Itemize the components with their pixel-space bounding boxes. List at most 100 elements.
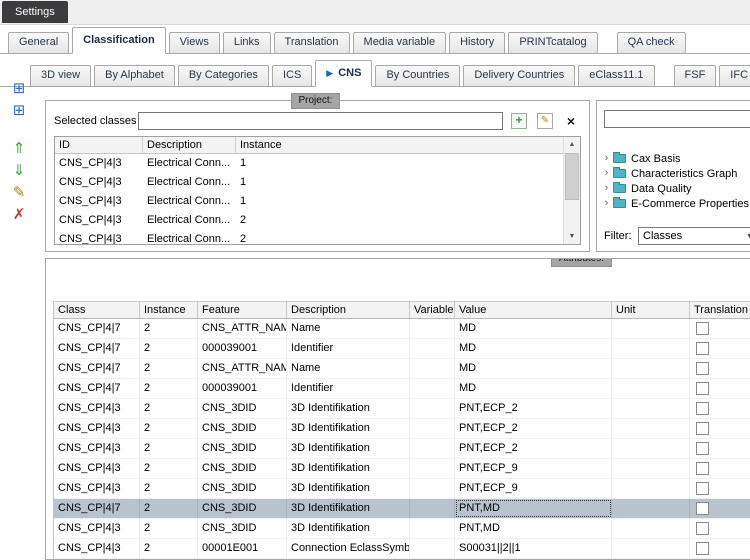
project-group-label: Project:	[291, 93, 341, 109]
translation-checkbox[interactable]	[696, 502, 709, 515]
chevron-right-icon[interactable]: ›	[600, 197, 613, 210]
catalog-search-input[interactable]	[604, 110, 750, 128]
tab-history[interactable]: History	[449, 32, 505, 53]
left-toolbar: ⊞ ⊞ ⇑ ⇓ ✎ ✗	[5, 80, 33, 228]
scrollbar-thumb[interactable]	[565, 153, 579, 200]
add-classes-icon[interactable]: ⊞	[8, 102, 30, 120]
export-classes-icon[interactable]: ⇓	[8, 162, 30, 180]
catalog-tree: › Cax Basis › Characteristics Graph › Da…	[600, 151, 750, 211]
class-row[interactable]: CNS_CP|4|3 Electrical Conn... 2	[55, 230, 564, 244]
folder-icon	[613, 154, 626, 163]
attribute-row[interactable]: CNS_CP|4|3 2 CNS_3DID 3D Identifikation …	[54, 399, 750, 419]
tree-item-e-commerce-properties[interactable]: › E-Commerce Properties	[600, 196, 750, 211]
attribute-row[interactable]: CNS_CP|4|7 2 CNS_ATTR_NAME Name MD	[54, 359, 750, 379]
translation-checkbox[interactable]	[696, 422, 709, 435]
attribute-row[interactable]: CNS_CP|4|7 2 000039001 Identifier MD	[54, 339, 750, 359]
vertical-scrollbar[interactable]: ▲ ▼	[563, 137, 580, 244]
attribute-row[interactable]: CNS_CP|4|3 2 CNS_3DID 3D Identifikation …	[54, 419, 750, 439]
class-row[interactable]: CNS_CP|4|3 Electrical Conn... 2	[55, 211, 564, 230]
tab-views[interactable]: Views	[169, 32, 220, 53]
scroll-down-button[interactable]: ▼	[564, 229, 580, 244]
column-header-instance[interactable]: Instance	[140, 302, 198, 318]
filter-row: Filter: Classes ▼	[604, 226, 750, 246]
remove-class-button[interactable]: ×	[561, 112, 581, 130]
edit-class-button[interactable]: ✎	[535, 112, 555, 130]
tab-links[interactable]: Links	[223, 32, 271, 53]
tab-3d-view[interactable]: ▶3D view	[30, 65, 91, 86]
tab-cns[interactable]: ▶CNS	[315, 60, 372, 87]
scroll-up-button[interactable]: ▲	[564, 137, 580, 152]
column-header-unit[interactable]: Unit	[612, 302, 690, 318]
column-header-value[interactable]: Value	[455, 302, 612, 318]
edit-list-icon[interactable]: ✎	[8, 184, 30, 202]
tab-by-alphabet[interactable]: ▶By Alphabet	[94, 65, 175, 86]
translation-checkbox[interactable]	[696, 522, 709, 535]
column-header-description[interactable]: Description	[287, 302, 410, 318]
chevron-right-icon[interactable]: ›	[600, 167, 613, 180]
translation-checkbox[interactable]	[696, 542, 709, 555]
class-row[interactable]: CNS_CP|4|3 Electrical Conn... 1	[55, 154, 564, 173]
main-tab-bar: General Classification Views Links Trans…	[0, 26, 750, 54]
close-icon: ×	[567, 113, 575, 129]
column-header-id[interactable]: ID	[55, 137, 143, 153]
attributes-table-header: Class Instance Feature Description Varia…	[54, 301, 750, 319]
copy-classes-icon[interactable]: ⊞	[8, 80, 30, 98]
tree-item-cax-basis[interactable]: › Cax Basis	[600, 151, 750, 166]
tab-by-categories[interactable]: ▶By Categories	[178, 65, 269, 86]
column-header-description[interactable]: Description	[143, 137, 236, 153]
attribute-row[interactable]: CNS_CP|4|7 2 CNS_3DID 3D Identifikation …	[54, 499, 750, 519]
attribute-row[interactable]: CNS_CP|4|3 2 CNS_3DID 3D Identifikation …	[54, 459, 750, 479]
translation-checkbox[interactable]	[696, 482, 709, 495]
translation-checkbox[interactable]	[696, 342, 709, 355]
translation-checkbox[interactable]	[696, 322, 709, 335]
tree-item-characteristics-graph[interactable]: › Characteristics Graph	[600, 166, 750, 181]
tab-media-variable[interactable]: Media variable	[353, 32, 447, 53]
folder-icon	[613, 169, 626, 178]
tab-classification[interactable]: Classification	[72, 27, 166, 54]
class-row[interactable]: CNS_CP|4|3 Electrical Conn... 1	[55, 173, 564, 192]
tab-ifc[interactable]: ▶IFC	[719, 65, 750, 86]
translation-checkbox[interactable]	[696, 462, 709, 475]
translation-checkbox[interactable]	[696, 382, 709, 395]
attribute-row[interactable]: CNS_CP|4|3 2 CNS_3DID 3D Identifikation …	[54, 439, 750, 459]
tab-ics[interactable]: ▶ICS	[272, 65, 312, 86]
tab-fsf[interactable]: ▶FSF	[674, 65, 717, 86]
column-header-variable[interactable]: Variable	[410, 302, 455, 318]
attribute-row[interactable]: CNS_CP|4|7 2 000039001 Identifier MD	[54, 379, 750, 399]
import-classes-icon[interactable]: ⇑	[8, 140, 30, 158]
chevron-right-icon[interactable]: ›	[600, 182, 613, 195]
tree-item-data-quality[interactable]: › Data Quality	[600, 181, 750, 196]
tab-printcatalog[interactable]: PRINTcatalog	[508, 32, 597, 53]
attribute-row[interactable]: CNS_CP|4|7 2 CNS_ATTR_NAME Name MD	[54, 319, 750, 339]
translation-checkbox[interactable]	[696, 442, 709, 455]
tab-qa-check[interactable]: QA check	[617, 32, 686, 53]
tab-eclass11-1[interactable]: ▶eClass11.1	[578, 65, 654, 86]
selected-classes-table: ID Description Instance CNS_CP|4|3 Elect…	[54, 136, 581, 245]
plus-icon: +	[511, 113, 527, 129]
attribute-row[interactable]: CNS_CP|4|3 2 CNS_3DID 3D Identifikation …	[54, 479, 750, 499]
column-header-class[interactable]: Class	[54, 302, 140, 318]
tab-general[interactable]: General	[8, 32, 69, 53]
translation-checkbox[interactable]	[696, 402, 709, 415]
selected-classes-label: Selected classes	[54, 115, 138, 127]
classification-tab-bar: ▶3D view ▶By Alphabet ▶By Categories ▶IC…	[0, 60, 750, 87]
tab-by-countries[interactable]: ▶By Countries	[375, 65, 460, 86]
tab-translation[interactable]: Translation	[274, 32, 350, 53]
tab-delivery-countries[interactable]: ▶Delivery Countries	[463, 65, 575, 86]
chevron-right-icon[interactable]: ›	[600, 152, 613, 165]
folder-icon	[613, 199, 626, 208]
attributes-table-body: CNS_CP|4|7 2 CNS_ATTR_NAME Name MD CNS_C…	[54, 319, 750, 560]
selected-classes-input[interactable]	[138, 112, 503, 130]
tab-settings[interactable]: Settings	[2, 1, 68, 23]
filter-dropdown[interactable]: Classes ▼	[638, 227, 750, 245]
column-header-instance[interactable]: Instance	[236, 137, 564, 153]
attribute-row[interactable]: CNS_CP|4|3 2 00001E001 Connection Eclass…	[54, 539, 750, 559]
scrollbar-track[interactable]	[564, 152, 580, 229]
column-header-translation[interactable]: Translation	[690, 302, 750, 318]
translation-checkbox[interactable]	[696, 362, 709, 375]
remove-list-icon[interactable]: ✗	[8, 206, 30, 224]
column-header-feature[interactable]: Feature	[198, 302, 287, 318]
class-row[interactable]: CNS_CP|4|3 Electrical Conn... 1	[55, 192, 564, 211]
attribute-row[interactable]: CNS_CP|4|3 2 CNS_3DID 3D Identifikation …	[54, 519, 750, 539]
add-class-button[interactable]: +	[509, 112, 529, 130]
